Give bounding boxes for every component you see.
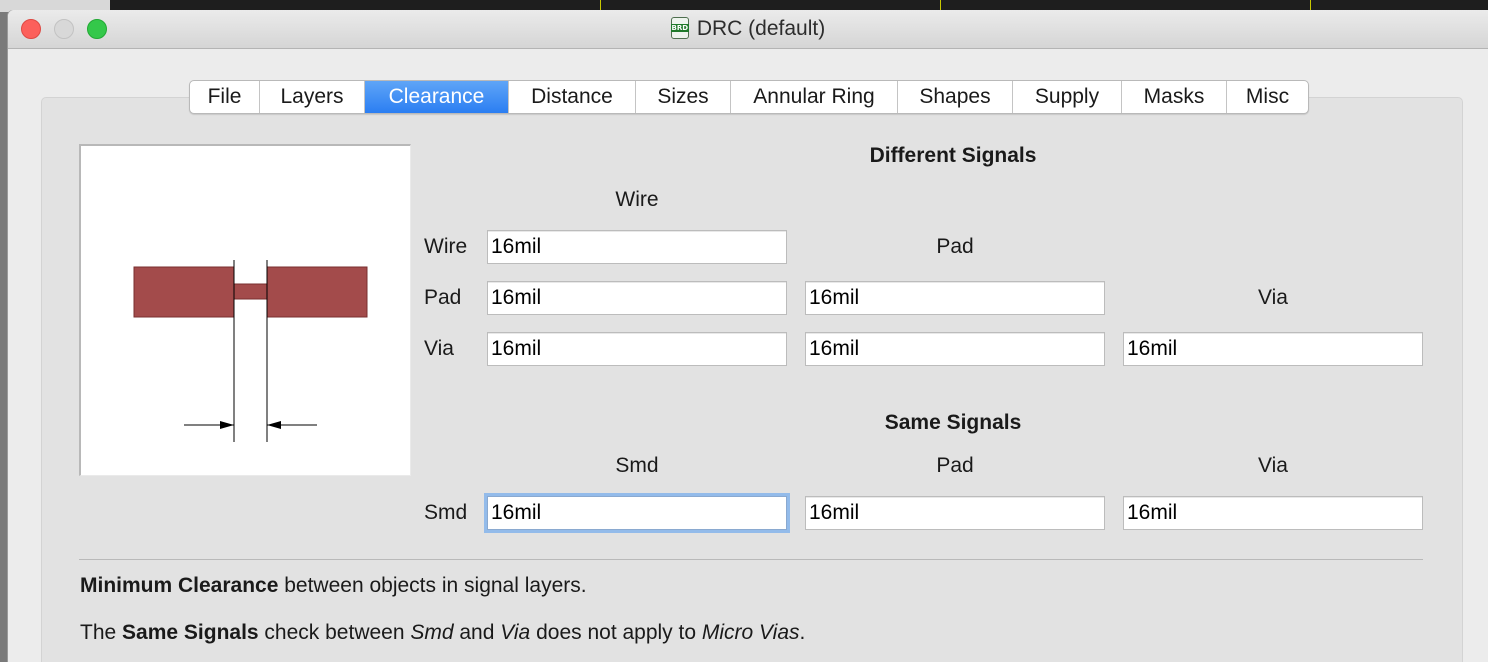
help-term-via: Via	[500, 621, 531, 644]
tab-bar: File Layers Clearance Distance Sizes Ann…	[189, 80, 1309, 114]
column-label-smd: Smd	[615, 454, 659, 477]
right-pad-shape	[266, 266, 368, 318]
clearance-diagram	[79, 144, 411, 476]
help-text-fragment: and	[453, 621, 501, 644]
smd-smd-clearance-input[interactable]	[487, 496, 787, 530]
via-via-clearance-input[interactable]	[1123, 332, 1423, 366]
right-arrow-head	[267, 421, 281, 429]
tab-layers[interactable]: Layers	[260, 81, 365, 113]
tab-shapes[interactable]: Shapes	[898, 81, 1013, 113]
tab-sizes[interactable]: Sizes	[636, 81, 731, 113]
row-label-pad: Pad	[424, 286, 462, 309]
column-label-via: Via	[1258, 286, 1288, 309]
left-arrow-head	[220, 421, 234, 429]
board-file-icon-label: BRD	[670, 24, 690, 32]
row-label-wire: Wire	[424, 235, 468, 258]
column-label-same-via: Via	[1258, 454, 1288, 477]
drc-dialog: BRD DRC (default) File Layers Clearance …	[8, 10, 1488, 662]
tab-masks[interactable]: Masks	[1122, 81, 1227, 113]
title-bar: BRD DRC (default)	[8, 10, 1488, 49]
tab-file[interactable]: File	[190, 81, 260, 113]
row-label-smd: Smd	[424, 501, 468, 524]
tab-clearance[interactable]: Clearance	[365, 81, 509, 113]
different-signals-heading: Different Signals	[869, 144, 1037, 167]
left-pad-shape	[133, 266, 235, 318]
help-term-smd: Smd	[410, 621, 454, 644]
help-term-same-signals: Same Signals	[122, 621, 259, 644]
help-text-line-2: The Same Signals check between Smd and V…	[80, 621, 805, 645]
column-label-pad: Pad	[936, 235, 974, 258]
tab-supply[interactable]: Supply	[1013, 81, 1122, 113]
help-text-fragment: .	[799, 621, 806, 644]
separator	[79, 559, 1423, 560]
window-title: BRD DRC (default)	[8, 10, 1488, 48]
wire-wire-clearance-input[interactable]	[487, 230, 787, 264]
wire-segment-shape	[233, 283, 268, 300]
clearance-illustration	[133, 260, 368, 442]
help-text-fragment: The	[80, 621, 123, 644]
help-text-fragment: between objects in signal layers.	[278, 574, 587, 597]
row-label-via: Via	[424, 337, 454, 360]
pad-wire-clearance-input[interactable]	[487, 281, 787, 315]
column-label-wire: Wire	[615, 188, 659, 211]
pad-pad-clearance-input[interactable]	[805, 281, 1105, 315]
help-term-micro-vias: Micro Vias	[701, 621, 800, 644]
column-label-same-pad: Pad	[936, 454, 974, 477]
same-signals-heading: Same Signals	[884, 411, 1022, 434]
help-term-minimum-clearance: Minimum Clearance	[80, 574, 279, 597]
via-wire-clearance-input[interactable]	[487, 332, 787, 366]
tab-distance[interactable]: Distance	[509, 81, 636, 113]
tab-misc[interactable]: Misc	[1227, 81, 1308, 113]
board-file-icon: BRD	[670, 17, 690, 39]
smd-via-clearance-input[interactable]	[1123, 496, 1423, 530]
help-text-line-1: Minimum Clearance between objects in sig…	[80, 574, 587, 598]
via-pad-clearance-input[interactable]	[805, 332, 1105, 366]
window-title-text: DRC (default)	[696, 17, 826, 40]
help-text-fragment: does not apply to	[530, 621, 702, 644]
smd-pad-clearance-input[interactable]	[805, 496, 1105, 530]
tab-annular-ring[interactable]: Annular Ring	[731, 81, 898, 113]
help-text-fragment: check between	[258, 621, 411, 644]
